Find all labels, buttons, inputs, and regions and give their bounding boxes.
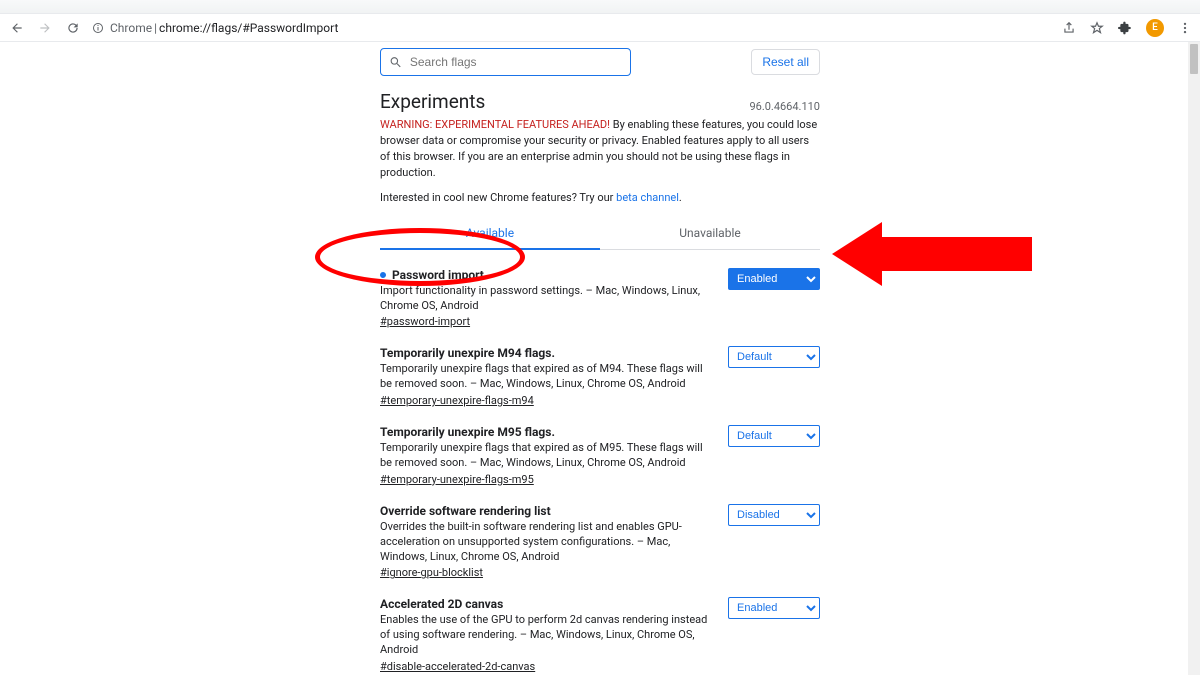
flag-state-select[interactable]: Default bbox=[728, 425, 820, 447]
version-text: 96.0.4664.110 bbox=[749, 100, 820, 113]
flag-select-wrap: Disabled bbox=[728, 504, 820, 526]
flag-description: Enables the use of the GPU to perform 2d… bbox=[380, 613, 708, 658]
flag-row: Override software rendering list Override… bbox=[380, 486, 820, 580]
bookmark-star-icon[interactable] bbox=[1090, 21, 1104, 35]
flag-select-wrap: Enabled bbox=[728, 597, 820, 619]
address-bar-row: Chrome | chrome://flags/#PasswordImport … bbox=[0, 14, 1200, 42]
warning-red: WARNING: EXPERIMENTAL FEATURES AHEAD! bbox=[380, 118, 610, 131]
flag-title-text: Temporarily unexpire M95 flags. bbox=[380, 425, 555, 439]
scrollbar-thumb[interactable] bbox=[1190, 44, 1198, 74]
tab-available[interactable]: Available bbox=[380, 218, 600, 250]
flag-hash-link[interactable]: #temporary-unexpire-flags-m95 bbox=[380, 473, 534, 486]
flag-hash-link[interactable]: #disable-accelerated-2d-canvas bbox=[380, 660, 535, 673]
flag-title: Temporarily unexpire M95 flags. bbox=[380, 425, 708, 439]
address-bar[interactable]: Chrome | chrome://flags/#PasswordImport bbox=[92, 21, 1052, 35]
flag-row: Password import Import functionality in p… bbox=[380, 250, 820, 329]
flag-main: Password import Import functionality in p… bbox=[380, 268, 708, 329]
annotation-arrow-body bbox=[882, 237, 1032, 271]
search-icon bbox=[389, 55, 402, 69]
reload-button[interactable] bbox=[64, 19, 82, 37]
tabs: Available Unavailable bbox=[380, 218, 820, 250]
reload-icon bbox=[66, 21, 80, 35]
arrow-right-icon bbox=[38, 21, 52, 35]
flag-row: Temporarily unexpire M94 flags. Temporari… bbox=[380, 328, 820, 407]
reset-all-button[interactable]: Reset all bbox=[751, 49, 820, 75]
flag-row: Temporarily unexpire M95 flags. Temporari… bbox=[380, 407, 820, 486]
flag-description: Temporarily unexpire flags that expired … bbox=[380, 362, 708, 392]
flag-title-text: Password import bbox=[392, 268, 484, 282]
flag-state-select[interactable]: Enabled bbox=[728, 268, 820, 290]
flag-title: Override software rendering list bbox=[380, 504, 708, 518]
flag-main: Temporarily unexpire M95 flags. Temporari… bbox=[380, 425, 708, 486]
warning-text: WARNING: EXPERIMENTAL FEATURES AHEAD! By… bbox=[380, 117, 820, 181]
flags-list: Password import Import functionality in p… bbox=[380, 250, 820, 675]
arrow-left-icon bbox=[10, 21, 24, 35]
profile-avatar[interactable]: E bbox=[1146, 19, 1164, 37]
flag-select-wrap: Default bbox=[728, 346, 820, 368]
flag-title-text: Override software rendering list bbox=[380, 504, 551, 518]
extensions-icon[interactable] bbox=[1118, 21, 1132, 35]
url-separator: | bbox=[154, 21, 157, 35]
flag-main: Temporarily unexpire M94 flags. Temporari… bbox=[380, 346, 708, 407]
window-chrome-top bbox=[0, 0, 1200, 14]
flag-select-wrap: Enabled bbox=[728, 268, 820, 290]
flag-state-select[interactable]: Default bbox=[728, 346, 820, 368]
flag-hash-link[interactable]: #password-import bbox=[380, 315, 470, 328]
page-body: Reset all Experiments 96.0.4664.110 WARN… bbox=[0, 42, 1200, 675]
flag-hash-link[interactable]: #temporary-unexpire-flags-m94 bbox=[380, 394, 534, 407]
flag-row: Accelerated 2D canvas Enables the use of … bbox=[380, 579, 820, 673]
share-icon[interactable] bbox=[1062, 21, 1076, 35]
scrollbar-track[interactable] bbox=[1188, 42, 1200, 675]
flags-content: Reset all Experiments 96.0.4664.110 WARN… bbox=[380, 48, 820, 675]
annotation-arrow-head bbox=[832, 222, 882, 286]
flag-description: Import functionality in password setting… bbox=[380, 284, 708, 314]
search-input[interactable] bbox=[408, 54, 622, 70]
url-text: chrome://flags/#PasswordImport bbox=[159, 21, 338, 35]
beta-channel-note: Interested in cool new Chrome features? … bbox=[380, 191, 820, 204]
beta-channel-link[interactable]: beta channel bbox=[616, 191, 679, 204]
search-box[interactable] bbox=[380, 48, 631, 76]
flag-state-select[interactable]: Disabled bbox=[728, 504, 820, 526]
flag-title-text: Temporarily unexpire M94 flags. bbox=[380, 346, 555, 360]
flag-title-text: Accelerated 2D canvas bbox=[380, 597, 503, 611]
site-info-icon bbox=[92, 22, 104, 34]
interested-pre: Interested in cool new Chrome features? … bbox=[380, 191, 616, 204]
flag-state-select[interactable]: Enabled bbox=[728, 597, 820, 619]
flag-title: Password import bbox=[380, 268, 708, 282]
flag-hash-link[interactable]: #ignore-gpu-blocklist bbox=[380, 566, 483, 579]
flag-title: Accelerated 2D canvas bbox=[380, 597, 708, 611]
avatar-letter: E bbox=[1152, 22, 1158, 33]
kebab-menu-icon[interactable] bbox=[1178, 21, 1192, 35]
highlight-dot-icon bbox=[380, 272, 386, 278]
back-button[interactable] bbox=[8, 19, 26, 37]
flag-main: Override software rendering list Override… bbox=[380, 504, 708, 580]
forward-button[interactable] bbox=[36, 19, 54, 37]
url-prefix: Chrome bbox=[110, 21, 152, 35]
flag-title: Temporarily unexpire M94 flags. bbox=[380, 346, 708, 360]
flag-select-wrap: Default bbox=[728, 425, 820, 447]
flag-main: Accelerated 2D canvas Enables the use of … bbox=[380, 597, 708, 673]
flag-description: Overrides the built-in software renderin… bbox=[380, 520, 708, 565]
tab-unavailable[interactable]: Unavailable bbox=[600, 218, 820, 249]
flag-description: Temporarily unexpire flags that expired … bbox=[380, 441, 708, 471]
